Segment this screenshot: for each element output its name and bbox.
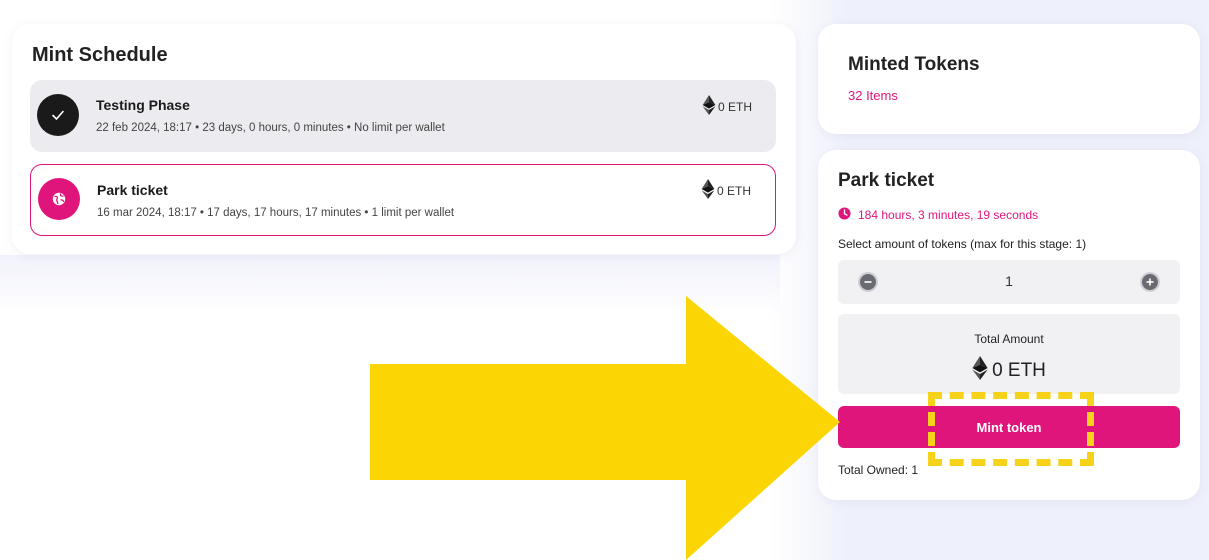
check-icon xyxy=(37,94,79,136)
minted-tokens-count: 32 Items xyxy=(848,88,898,103)
mint-token-button[interactable]: Mint token xyxy=(838,406,1180,448)
clock-icon xyxy=(838,207,851,223)
phase-meta: 16 mar 2024, 18:17 • 17 days, 17 hours, … xyxy=(97,207,455,219)
ethereum-icon xyxy=(701,179,715,202)
phase-name: Testing Phase xyxy=(96,97,190,113)
phase-testing[interactable]: Testing Phase 22 feb 2024, 18:17 • 23 da… xyxy=(30,80,776,152)
mint-schedule-card: Mint Schedule Testing Phase 22 feb 2024,… xyxy=(12,24,796,254)
page-background-fade xyxy=(0,255,780,315)
minted-tokens-title: Minted Tokens xyxy=(848,54,980,75)
phase-meta: 22 feb 2024, 18:17 • 23 days, 0 hours, 0… xyxy=(96,122,445,134)
ethereum-icon xyxy=(972,356,988,386)
increase-button[interactable] xyxy=(1140,272,1160,292)
countdown: 184 hours, 3 minutes, 19 seconds xyxy=(838,207,1038,223)
quantity-stepper: 1 xyxy=(838,260,1180,304)
phase-park-ticket[interactable]: Park ticket 16 mar 2024, 18:17 • 17 days… xyxy=(30,164,776,236)
mint-schedule-title: Mint Schedule xyxy=(32,44,168,66)
minted-tokens-card: Minted Tokens 32 Items xyxy=(818,24,1200,134)
total-amount-box: Total Amount 0 ETH xyxy=(838,314,1180,394)
globe-icon xyxy=(38,178,80,220)
phase-name: Park ticket xyxy=(97,182,168,198)
quantity-value[interactable]: 1 xyxy=(838,273,1180,289)
mint-panel-card: Park ticket 184 hours, 3 minutes, 19 sec… xyxy=(818,150,1200,500)
countdown-text: 184 hours, 3 minutes, 19 seconds xyxy=(858,208,1039,222)
mint-panel-title: Park ticket xyxy=(838,170,935,191)
plus-icon xyxy=(1145,275,1155,289)
phase-price: 0 ETH xyxy=(702,95,752,118)
phase-price-value: 0 ETH xyxy=(717,99,752,114)
total-amount-label: Total Amount xyxy=(974,332,1044,346)
phase-price: 0 ETH xyxy=(701,179,751,202)
total-amount-text: 0 ETH xyxy=(992,360,1046,381)
total-amount-value: 0 ETH xyxy=(838,356,1180,386)
token-amount-label: Select amount of tokens (max for this st… xyxy=(838,237,1087,251)
total-owned: Total Owned: 1 xyxy=(838,463,919,477)
phase-price-value: 0 ETH xyxy=(716,183,751,198)
ethereum-icon xyxy=(702,95,716,118)
